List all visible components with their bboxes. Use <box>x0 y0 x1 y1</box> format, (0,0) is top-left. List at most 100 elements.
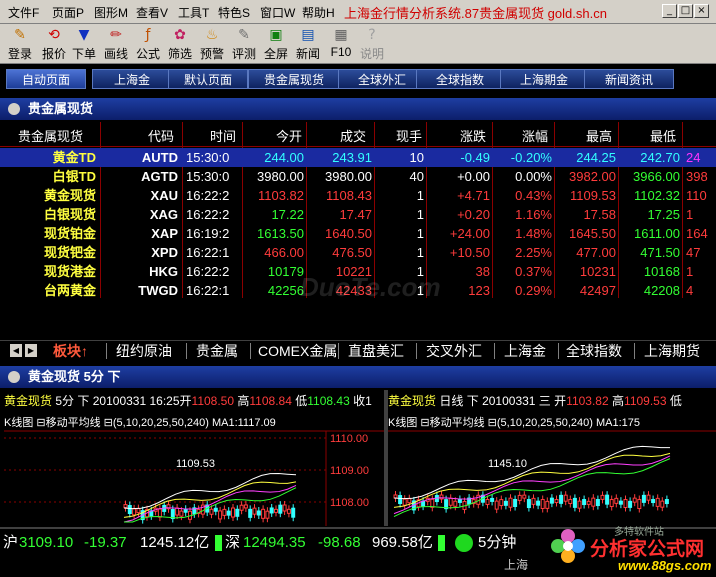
table-row[interactable]: 现货铂金 XAP 16:19:2 1613.50 1640.50 1 +24.00 1.48%… <box>0 224 716 243</box>
formula-button[interactable]: ƒ 公式 <box>133 25 163 62</box>
cell-vol: 10 <box>409 150 424 165</box>
col-header-volume[interactable]: 现手 <box>396 127 422 146</box>
candle-body <box>572 497 577 508</box>
candle-body <box>226 510 231 516</box>
cell-name: 黄金TD <box>52 150 96 165</box>
candlestick-chart[interactable]: 1145.10 <box>388 390 716 526</box>
cell-low: 17.25 <box>647 207 680 222</box>
table-row[interactable]: 白银现货 XAG 16:22:2 17.22 17.47 1 +0.20 1.16% 17.58… <box>0 205 716 224</box>
table-row[interactable]: 黄金TD AUTD 15:30:0 244.00 243.91 10 -0.49 -0.20%… <box>0 148 716 167</box>
col-header-open[interactable]: 今开 <box>276 127 302 146</box>
cell-last: 1640.50 <box>325 226 372 241</box>
table-row[interactable]: 黄金现货 XAU 16:22:2 1103.82 1108.43 1 +4.71 0.43% 1… <box>0 186 716 205</box>
candlestick-chart[interactable]: 1110.00 1109.00 1108.00 1109.53 <box>4 390 384 526</box>
candle-body <box>453 500 458 507</box>
candle-body <box>531 497 536 505</box>
daily-chart-panel[interactable]: 黄金现货 日线 下 20100331 三 开1103.82 高1109.53 低… <box>388 390 716 526</box>
tab-news[interactable]: 新闻资讯 <box>584 69 674 89</box>
cell-low: 1102.32 <box>633 188 680 203</box>
draw-button[interactable]: ✏ 画线 <box>101 25 131 62</box>
tab-shanghai-gold[interactable]: 上海金 <box>92 69 172 89</box>
menu-page[interactable]: 页面P <box>52 4 84 21</box>
filter-icon: ✿ <box>174 27 186 43</box>
panel-globe-icon <box>8 103 20 115</box>
menu-help[interactable]: 帮助H <box>302 4 335 21</box>
tab-auto-page[interactable]: 自动页面 <box>6 69 86 89</box>
cell-high: 3982.00 <box>569 169 616 184</box>
menu-window[interactable]: 窗口W <box>260 4 295 21</box>
intraday-chart-panel[interactable]: 黄金现货 5分 下 20100331 16:25开1108.50 高1108.8… <box>4 390 384 526</box>
qtab-precious[interactable]: 贵金属 <box>196 342 238 360</box>
tab-scroll-right-icon[interactable]: ▶ <box>25 344 37 357</box>
cell-pct: 2.25% <box>515 245 552 260</box>
candle-body <box>651 499 656 504</box>
col-header-last[interactable]: 成交 <box>340 127 366 146</box>
connection-status-icon[interactable] <box>455 534 473 552</box>
cell-code: XPD <box>151 245 178 260</box>
news-button[interactable]: ▤ 新闻 <box>293 25 323 62</box>
tab-scroll-left-icon[interactable]: ◀ <box>10 344 22 357</box>
qtab-shanghai-futures[interactable]: 上海期货 <box>644 342 700 360</box>
menu-graph[interactable]: 图形M <box>94 4 128 21</box>
qtab-nymex-oil[interactable]: 纽约原油 <box>116 342 172 360</box>
tab-global-forex[interactable]: 全球外汇 <box>338 69 426 89</box>
sz-label: 深 <box>225 534 241 551</box>
qtab-sector[interactable]: 板块↑ <box>53 342 88 360</box>
tab-default-page[interactable]: 默认页面 <box>168 69 248 89</box>
help-button[interactable]: ? 说明 <box>357 25 387 62</box>
cell-name: 现货钯金 <box>43 245 96 260</box>
table-row[interactable]: 白银TD AGTD 15:30:0 3980.00 3980.00 40 +0.00 0.00… <box>0 167 716 186</box>
col-header-low[interactable]: 最低 <box>650 127 676 146</box>
col-header-pct[interactable]: 涨幅 <box>522 127 548 146</box>
col-header-time[interactable]: 时间 <box>210 127 236 146</box>
alert-icon: ♨ <box>205 27 219 43</box>
flower-logo-icon <box>551 529 585 563</box>
alert-button[interactable]: ♨ 预警 <box>197 25 227 62</box>
chart-splitter[interactable] <box>384 390 388 526</box>
menu-view[interactable]: 查看V <box>136 4 168 21</box>
cell-open: 1613.50 <box>257 226 304 241</box>
cell-name: 现货铂金 <box>43 226 96 241</box>
col-header-name[interactable]: 贵金属现货 <box>18 127 83 146</box>
qtab-global-index[interactable]: 全球指数 <box>566 342 622 360</box>
qtab-comex[interactable]: COMEX金属 <box>258 342 337 360</box>
qtab-usd-direct[interactable]: 直盘美汇 <box>348 342 404 360</box>
cell-extra: 1 <box>686 207 694 222</box>
panel-globe-icon <box>8 371 20 383</box>
candle-body <box>582 499 587 506</box>
menu-special[interactable]: 特色S <box>218 4 250 21</box>
col-header-code[interactable]: 代码 <box>148 127 174 146</box>
cell-code: XAP <box>151 226 178 241</box>
candle-body <box>278 504 283 514</box>
candle-body <box>407 498 412 504</box>
menu-tools[interactable]: 工具T <box>178 4 209 21</box>
evaluate-button[interactable]: ✎ 评测 <box>229 25 259 62</box>
fullscreen-button[interactable]: ▣ 全屏 <box>261 25 291 62</box>
cell-name: 台两黄金 <box>43 283 96 298</box>
login-button[interactable]: ✎ 登录 <box>5 25 35 62</box>
table-row[interactable]: 现货钯金 XPD 16:22:1 466.00 476.50 1 +10.50 2.25% 47… <box>0 243 716 262</box>
tab-global-index[interactable]: 全球指数 <box>416 69 504 89</box>
candle-body <box>235 508 240 517</box>
candle-body <box>402 498 407 506</box>
col-header-high[interactable]: 最高 <box>586 127 612 146</box>
candle-body <box>637 499 642 510</box>
filter-button[interactable]: ✿ 筛选 <box>165 25 195 62</box>
qtab-cross-forex[interactable]: 交叉外汇 <box>426 342 482 360</box>
period-label[interactable]: 5分钟 <box>478 533 516 553</box>
cell-name: 黄金现货 <box>43 188 96 203</box>
close-button[interactable]: × <box>694 4 709 18</box>
maximize-button[interactable]: □ <box>678 4 693 18</box>
tab-shanghai-futures[interactable]: 上海期金 <box>500 69 588 89</box>
col-header-change[interactable]: 涨跌 <box>460 127 486 146</box>
tab-precious-metals[interactable]: 贵金属现货 <box>248 69 340 89</box>
formula-icon: ƒ <box>145 27 151 43</box>
order-button[interactable]: ▼ 下单 <box>69 25 99 62</box>
minimize-button[interactable]: _ <box>662 4 677 18</box>
qtab-shanghai-gold[interactable]: 上海金 <box>504 342 546 360</box>
candle-body <box>248 508 253 518</box>
f10-button[interactable]: ▦ F10 <box>326 25 356 62</box>
menu-file[interactable]: 文件F <box>8 4 39 21</box>
sh-bar <box>215 535 222 551</box>
candle-body <box>628 500 633 508</box>
